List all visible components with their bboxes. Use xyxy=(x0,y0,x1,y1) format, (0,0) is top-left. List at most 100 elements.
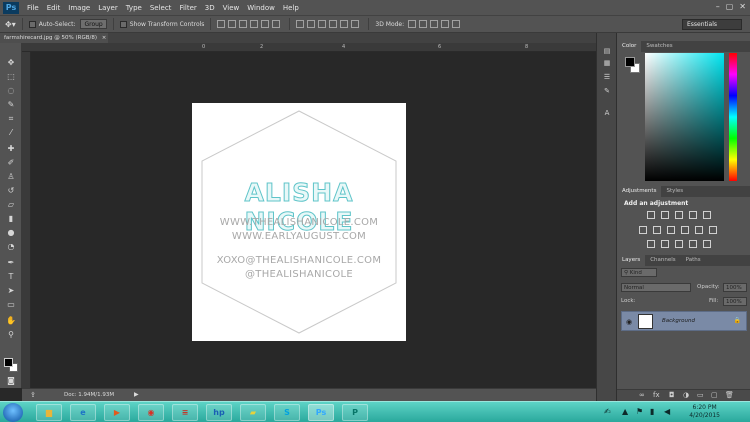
healing-brush-tool-icon[interactable]: ✚ xyxy=(5,143,17,154)
tab-channels[interactable]: Channels xyxy=(645,255,680,266)
layer-style-icon[interactable]: fx xyxy=(653,391,660,399)
menu-help[interactable]: Help xyxy=(283,4,299,12)
tray-network-icon[interactable]: ▮ xyxy=(650,407,654,416)
gradient-tool-icon[interactable]: ▮ xyxy=(5,213,17,224)
foreground-color-swatch[interactable] xyxy=(4,358,13,367)
stack-app-icon[interactable]: ≡ xyxy=(172,404,198,421)
menu-view[interactable]: View xyxy=(223,4,240,12)
brush-tool-icon[interactable]: ✐ xyxy=(5,157,17,168)
internet-explorer-icon[interactable]: e xyxy=(70,404,96,421)
crop-tool-icon[interactable]: ⌗ xyxy=(5,113,17,124)
document-tab[interactable]: farmshirecard.jpg @ 50% (RGB/8) × xyxy=(0,33,108,43)
brightness-adjustment-icon[interactable] xyxy=(647,211,655,219)
eyedropper-tool-icon[interactable]: ⁄ xyxy=(5,127,17,138)
path-selection-tool-icon[interactable]: ➤ xyxy=(5,285,17,296)
menu-image[interactable]: Image xyxy=(68,4,90,12)
character-panel-icon[interactable]: A xyxy=(602,109,612,118)
selective-color-adjustment-icon[interactable] xyxy=(703,240,711,248)
menu-layer[interactable]: Layer xyxy=(98,4,118,12)
quick-select-tool-icon[interactable]: ✎ xyxy=(5,99,17,110)
document-size-status[interactable]: Doc: 1.94M/1.93M xyxy=(64,392,114,398)
add-mask-icon[interactable]: ◘ xyxy=(669,391,675,399)
blur-tool-icon[interactable]: ● xyxy=(5,227,17,238)
tray-tools-icon[interactable]: ✍ xyxy=(604,407,611,416)
media-player-icon[interactable]: ▶ xyxy=(104,404,130,421)
menu-edit[interactable]: Edit xyxy=(47,4,61,12)
visibility-eye-icon[interactable]: ◉ xyxy=(626,318,632,326)
distribute-left-icon[interactable] xyxy=(329,20,338,28)
sticky-notes-icon[interactable]: ▰ xyxy=(240,404,266,421)
tab-adjustments[interactable]: Adjustments xyxy=(617,186,662,197)
actions-panel-icon[interactable]: ☰ xyxy=(602,73,612,82)
lasso-tool-icon[interactable]: ◌ xyxy=(5,85,17,96)
color-picker-field[interactable] xyxy=(645,53,724,181)
hue-slider[interactable] xyxy=(729,53,737,181)
menu-file[interactable]: File xyxy=(27,4,39,12)
distribute-middle-icon[interactable] xyxy=(307,20,316,28)
distribute-right-icon[interactable] xyxy=(351,20,360,28)
distribute-top-icon[interactable] xyxy=(296,20,305,28)
tab-styles[interactable]: Styles xyxy=(661,186,688,197)
minimize-button[interactable]: – xyxy=(716,2,720,11)
business-card-document[interactable]: ALISHA NICOLE WWW.THEALISHANICOLE.COM WW… xyxy=(192,103,406,341)
fill-input[interactable]: 100% xyxy=(723,297,747,306)
type-tool-icon[interactable]: T xyxy=(5,271,17,282)
black-white-adjustment-icon[interactable] xyxy=(667,226,675,234)
workspace-dropdown[interactable]: Essentials xyxy=(682,19,742,30)
layer-filter-dropdown[interactable]: ⚲ Kind xyxy=(621,268,657,277)
zoom-tool-icon[interactable]: ⚲ xyxy=(5,329,17,340)
menu-3d[interactable]: 3D xyxy=(205,4,215,12)
history-panel-icon[interactable]: ▤ xyxy=(602,47,612,56)
hue-saturation-adjustment-icon[interactable] xyxy=(639,226,647,234)
align-bottom-icon[interactable] xyxy=(239,20,248,28)
skype-icon[interactable]: S xyxy=(274,404,300,421)
exposure-adjustment-icon[interactable] xyxy=(689,211,697,219)
tab-swatches[interactable]: Swatches xyxy=(641,41,677,52)
trash-icon[interactable]: 🗑 xyxy=(725,391,734,399)
tab-paths[interactable]: Paths xyxy=(681,255,706,266)
align-right-icon[interactable] xyxy=(272,20,281,28)
layer-row-background[interactable]: ◉ Background 🔒 xyxy=(621,311,747,331)
3d-rotate-icon[interactable] xyxy=(408,20,417,28)
history-brush-tool-icon[interactable]: ↺ xyxy=(5,185,17,196)
new-adjustment-icon[interactable]: ◑ xyxy=(683,391,689,399)
menu-select[interactable]: Select xyxy=(150,4,172,12)
blend-mode-dropdown[interactable]: Normal xyxy=(621,283,691,292)
color-balance-adjustment-icon[interactable] xyxy=(653,226,661,234)
align-middle-icon[interactable] xyxy=(228,20,237,28)
new-layer-icon[interactable]: ▢ xyxy=(711,391,718,399)
start-button[interactable] xyxy=(3,403,23,422)
tray-show-hidden-icon[interactable]: ▲ xyxy=(622,407,628,416)
channel-mixer-adjustment-icon[interactable] xyxy=(695,226,703,234)
dodge-tool-icon[interactable]: ◔ xyxy=(5,241,17,252)
eraser-tool-icon[interactable]: ▱ xyxy=(5,199,17,210)
3d-scale-icon[interactable] xyxy=(452,20,461,28)
distribute-bottom-icon[interactable] xyxy=(318,20,327,28)
canvas-area[interactable]: ALISHA NICOLE WWW.THEALISHANICOLE.COM WW… xyxy=(31,52,616,388)
hp-app-icon[interactable]: hp xyxy=(206,404,232,421)
3d-pan-icon[interactable] xyxy=(430,20,439,28)
clone-stamp-tool-icon[interactable]: ♙ xyxy=(5,171,17,182)
photo-filter-adjustment-icon[interactable] xyxy=(681,226,689,234)
shape-tool-icon[interactable]: ▭ xyxy=(5,299,17,310)
new-group-icon[interactable]: ▭ xyxy=(697,391,704,399)
tray-volume-icon[interactable]: ◀ xyxy=(664,407,670,416)
opacity-input[interactable]: 100% xyxy=(723,283,747,292)
pen-tool-icon[interactable]: ✒ xyxy=(5,257,17,268)
threshold-adjustment-icon[interactable] xyxy=(675,240,683,248)
vibrance-adjustment-icon[interactable] xyxy=(703,211,711,219)
tray-flag-icon[interactable]: ⚑ xyxy=(636,407,643,416)
align-top-icon[interactable] xyxy=(217,20,226,28)
gradient-map-adjustment-icon[interactable] xyxy=(689,240,697,248)
file-explorer-icon[interactable]: ▆ xyxy=(36,404,62,421)
marquee-tool-icon[interactable]: ⬚ xyxy=(5,71,17,82)
photoshop-taskbar-icon[interactable]: Ps xyxy=(308,404,334,421)
properties-panel-icon[interactable]: ▦ xyxy=(602,59,612,68)
move-tool-icon[interactable]: ✥ xyxy=(5,57,17,68)
move-tool-icon[interactable]: ✥▾ xyxy=(5,20,16,29)
maximize-button[interactable]: ▢ xyxy=(726,2,734,11)
brush-panel-icon[interactable]: ✎ xyxy=(602,87,612,96)
3d-roll-icon[interactable] xyxy=(419,20,428,28)
quick-mask-icon[interactable]: ◙ xyxy=(5,375,17,386)
status-menu-arrow-icon[interactable]: ▶ xyxy=(134,391,139,398)
